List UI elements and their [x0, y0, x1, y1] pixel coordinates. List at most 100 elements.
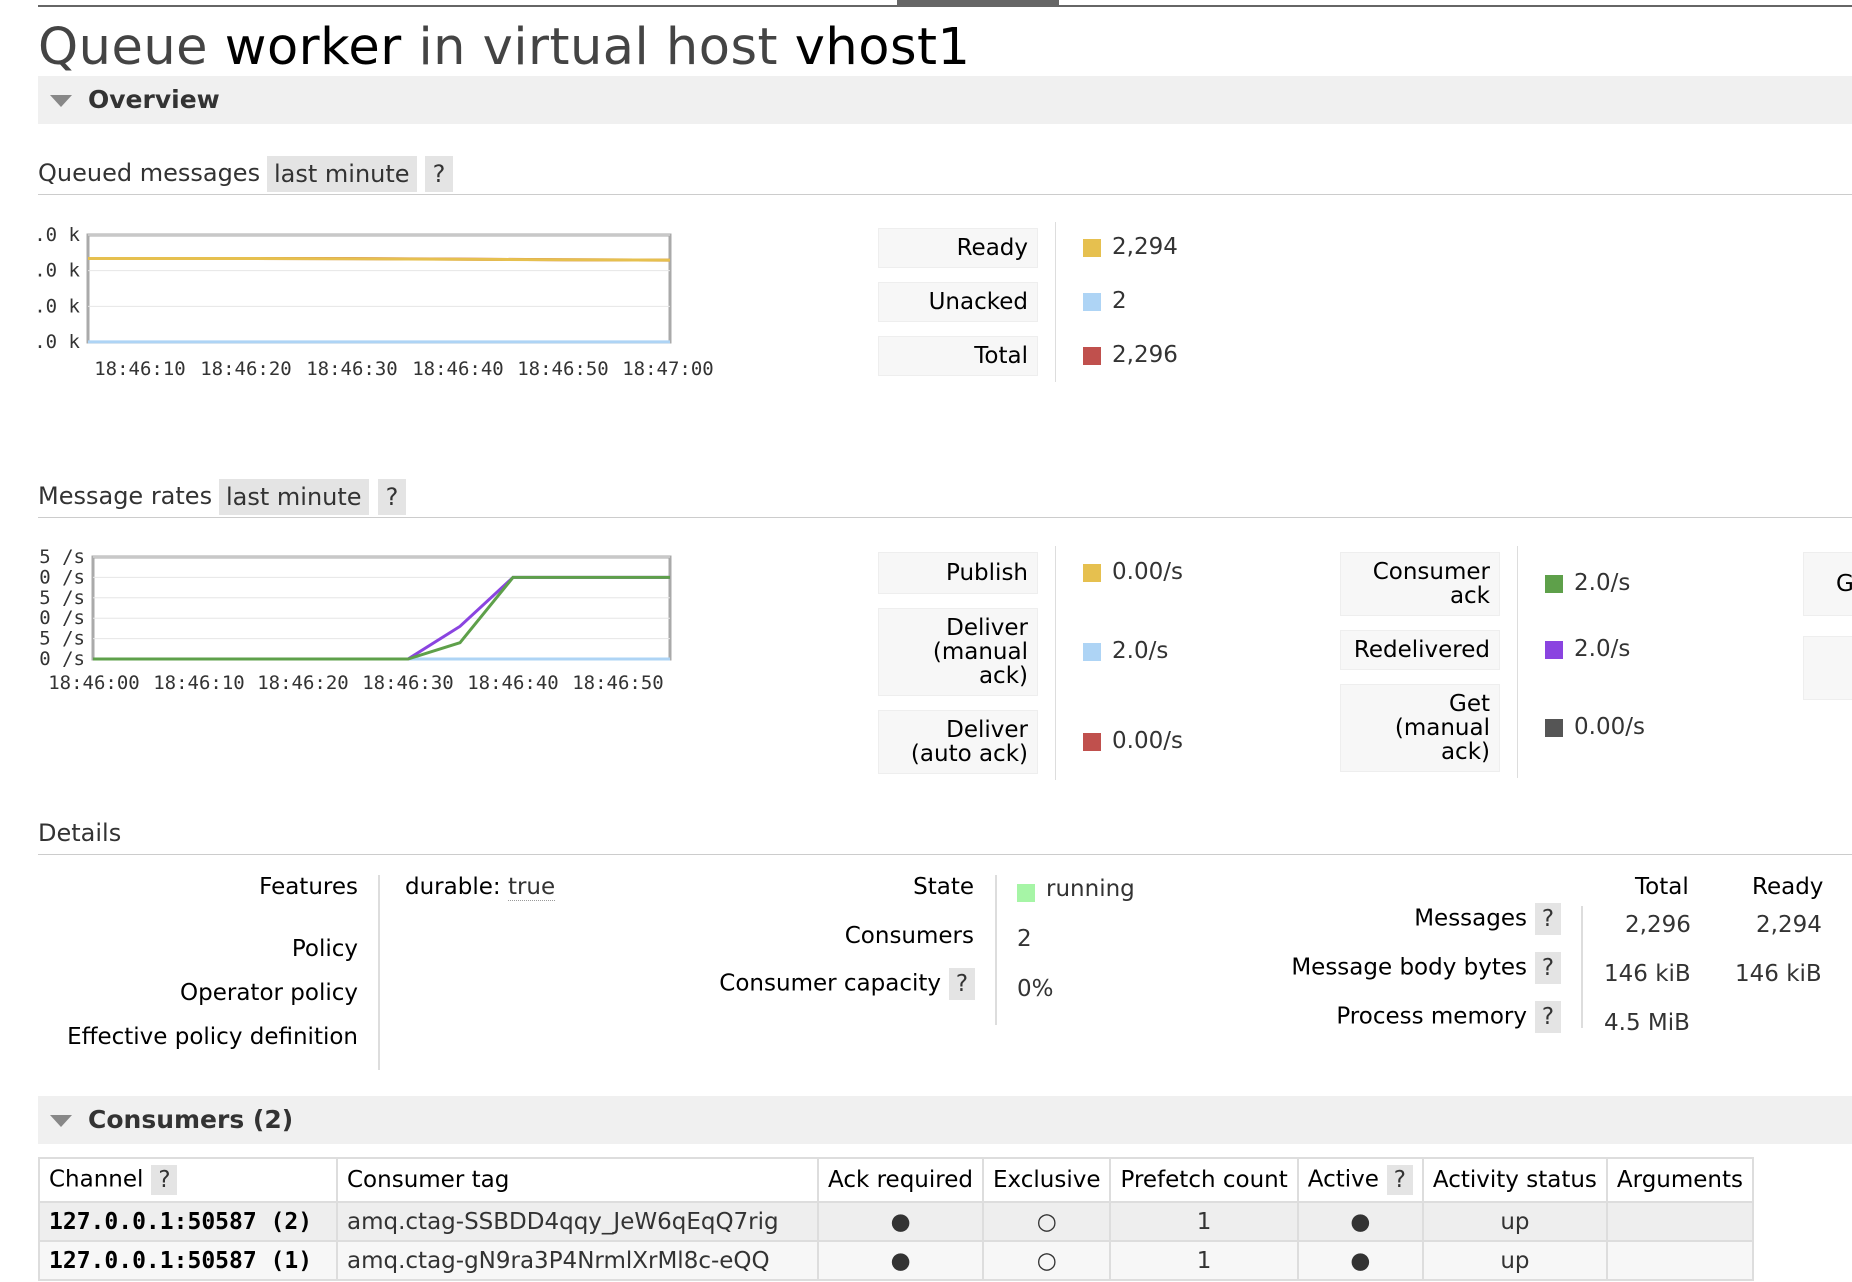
- overview-section-label: Overview: [88, 85, 220, 114]
- rates-legend-swatch: [1083, 643, 1101, 661]
- rates-legend-value: 2.0/s: [1574, 570, 1631, 596]
- queued-range-selector[interactable]: last minute: [267, 156, 417, 192]
- active-help[interactable]: ?: [1386, 1165, 1413, 1195]
- state-running-indicator: [1017, 884, 1035, 902]
- process-memory-help[interactable]: ?: [1535, 1001, 1561, 1033]
- queue-name: worker: [224, 18, 402, 77]
- x-tick-label: 18:46:50: [517, 358, 609, 380]
- overview-section-toggle[interactable]: Overview: [38, 76, 1852, 124]
- arguments-cell: [1605, 1201, 1755, 1242]
- consumer-capacity-help[interactable]: ?: [949, 968, 975, 1000]
- queued-help-button[interactable]: ?: [425, 156, 453, 192]
- table-row: 127.0.0.1:50587 (1) amq.ctag-gN9ra3P4Nrm…: [38, 1240, 1755, 1281]
- operator-policy-label: Operator policy: [180, 980, 358, 1006]
- title-mid: in virtual host: [418, 18, 779, 77]
- consumer-capacity-text: Consumer capacity: [719, 970, 941, 997]
- rates-legend-value: 2.0/s: [1112, 638, 1169, 664]
- body-bytes-text: Message body bytes: [1291, 954, 1527, 981]
- active-nav-tab-indicator: [897, 0, 1059, 7]
- queued-messages-header: Queued messages last minute ?: [38, 156, 1852, 195]
- x-tick-label: 18:46:10: [153, 672, 245, 694]
- rates-legend-value: 2.0/s: [1574, 636, 1631, 662]
- prefetch-cell: 1: [1109, 1240, 1299, 1281]
- rates-legend-label: Deliver (auto ack): [878, 710, 1038, 774]
- consumers-section-label: Consumers (2): [88, 1105, 294, 1134]
- rates-help-button[interactable]: ?: [378, 479, 406, 515]
- queued-legend-swatch: [1083, 239, 1101, 257]
- consumers-count-label: Consumers: [844, 923, 974, 949]
- rates-legend-separator: [1055, 546, 1056, 780]
- message-rates-title: Message rates: [38, 482, 213, 510]
- channel-help[interactable]: ?: [151, 1165, 178, 1195]
- rates-legend-value: 0.00/s: [1574, 714, 1645, 740]
- rates-legend-col3-partial-2: [1803, 636, 1852, 700]
- channel-link[interactable]: 127.0.0.1:50587 (2): [38, 1201, 338, 1242]
- body-bytes-row-label: Message body bytes?: [1291, 952, 1561, 984]
- active-cell: ●: [1296, 1201, 1424, 1242]
- messages-text: Messages: [1414, 905, 1527, 932]
- body-bytes-ready: 146 kiB: [1735, 961, 1822, 987]
- col-consumer-tag: Consumer tag: [336, 1157, 819, 1203]
- rates-legend-label: Get (manual ack): [1340, 684, 1500, 772]
- exclusive-cell: ○: [981, 1201, 1112, 1242]
- rates-legend-label: Redelivered: [1340, 630, 1500, 670]
- chart-frame: [91, 555, 672, 661]
- details-divider-1: [378, 875, 380, 1070]
- message-rates-chart: 0.0 /s0.5 /s1.0 /s1.5 /s2.0 /s2.5 /s 18:4…: [38, 546, 672, 694]
- rates-legend-swatch: [1083, 564, 1101, 582]
- y-tick-label: 1.0 /s: [38, 607, 85, 629]
- collapse-triangle-icon: [50, 95, 72, 107]
- effective-policy-label: Effective policy definition: [67, 1024, 358, 1050]
- queued-legend-label: Ready: [878, 228, 1038, 268]
- messages-total: 2,296: [1625, 912, 1691, 938]
- rates-legend-swatch: [1545, 719, 1563, 737]
- x-tick-label: 18:46:30: [362, 672, 454, 694]
- arguments-cell: [1605, 1240, 1755, 1281]
- activity-status-cell: up: [1421, 1240, 1608, 1281]
- title-prefix: Queue: [38, 18, 209, 77]
- consumers-table: Channel? Consumer tag Ack required Exclu…: [38, 1157, 1755, 1281]
- vhost-name: vhost1: [794, 18, 971, 77]
- queued-legend-swatch: [1083, 293, 1101, 311]
- details-divider-2: [995, 875, 997, 1025]
- messages-ready: 2,294: [1756, 912, 1822, 938]
- durable-key: durable:: [405, 874, 501, 900]
- process-memory-total: 4.5 MiB: [1604, 1010, 1690, 1036]
- table-row: 127.0.0.1:50587 (2) amq.ctag-SSBDD4qqy_J…: [38, 1201, 1755, 1242]
- messages-row-label: Messages?: [1414, 903, 1561, 935]
- process-memory-text: Process memory: [1336, 1003, 1527, 1030]
- collapse-triangle-icon: [50, 1115, 72, 1127]
- y-tick-label: 0.0 /s: [38, 648, 85, 670]
- consumer-tag: amq.ctag-SSBDD4qqy_JeW6qEqQ7rig: [336, 1201, 819, 1242]
- process-memory-row-label: Process memory?: [1336, 1001, 1561, 1033]
- rates-legend-value: 0.00/s: [1112, 559, 1183, 585]
- page-title: Queue worker in virtual host vhost1: [38, 18, 970, 77]
- col-arguments: Arguments: [1605, 1157, 1755, 1203]
- y-tick-label: 2.0 /s: [38, 566, 85, 588]
- rates-legend-separator: [1517, 546, 1518, 778]
- rates-range-selector[interactable]: last minute: [219, 479, 369, 515]
- x-tick-label: 18:46:50: [572, 672, 664, 694]
- channel-link[interactable]: 127.0.0.1:50587 (1): [38, 1240, 338, 1281]
- durable-feature: durable: true: [405, 874, 556, 901]
- active-cell: ●: [1296, 1240, 1424, 1281]
- consumer-capacity-label: Consumer capacity?: [719, 968, 975, 1000]
- activity-status-cell: up: [1421, 1201, 1608, 1242]
- rates-legend-label: Consumer ack: [1340, 552, 1500, 616]
- queued-legend-value: 2,296: [1112, 342, 1178, 368]
- y-tick-label: 2.0 k: [38, 260, 81, 282]
- consumers-section-toggle[interactable]: Consumers (2): [38, 1096, 1852, 1144]
- body-bytes-help[interactable]: ?: [1535, 952, 1561, 984]
- rates-legend-swatch: [1545, 575, 1563, 593]
- col-active-label: Active: [1307, 1166, 1379, 1193]
- y-tick-label: 3.0 k: [38, 224, 81, 246]
- details-header: Details: [38, 816, 1852, 855]
- x-tick-label: 18:46:00: [48, 672, 140, 694]
- x-tick-label: 18:46:30: [306, 358, 398, 380]
- exclusive-cell: ○: [981, 1240, 1112, 1281]
- x-tick-label: 18:46:40: [467, 672, 559, 694]
- consumer-capacity-value: 0%: [1017, 976, 1054, 1002]
- queued-legend-label: Total: [878, 336, 1038, 376]
- rates-legend-label: Publish: [878, 552, 1038, 594]
- messages-help[interactable]: ?: [1535, 903, 1561, 935]
